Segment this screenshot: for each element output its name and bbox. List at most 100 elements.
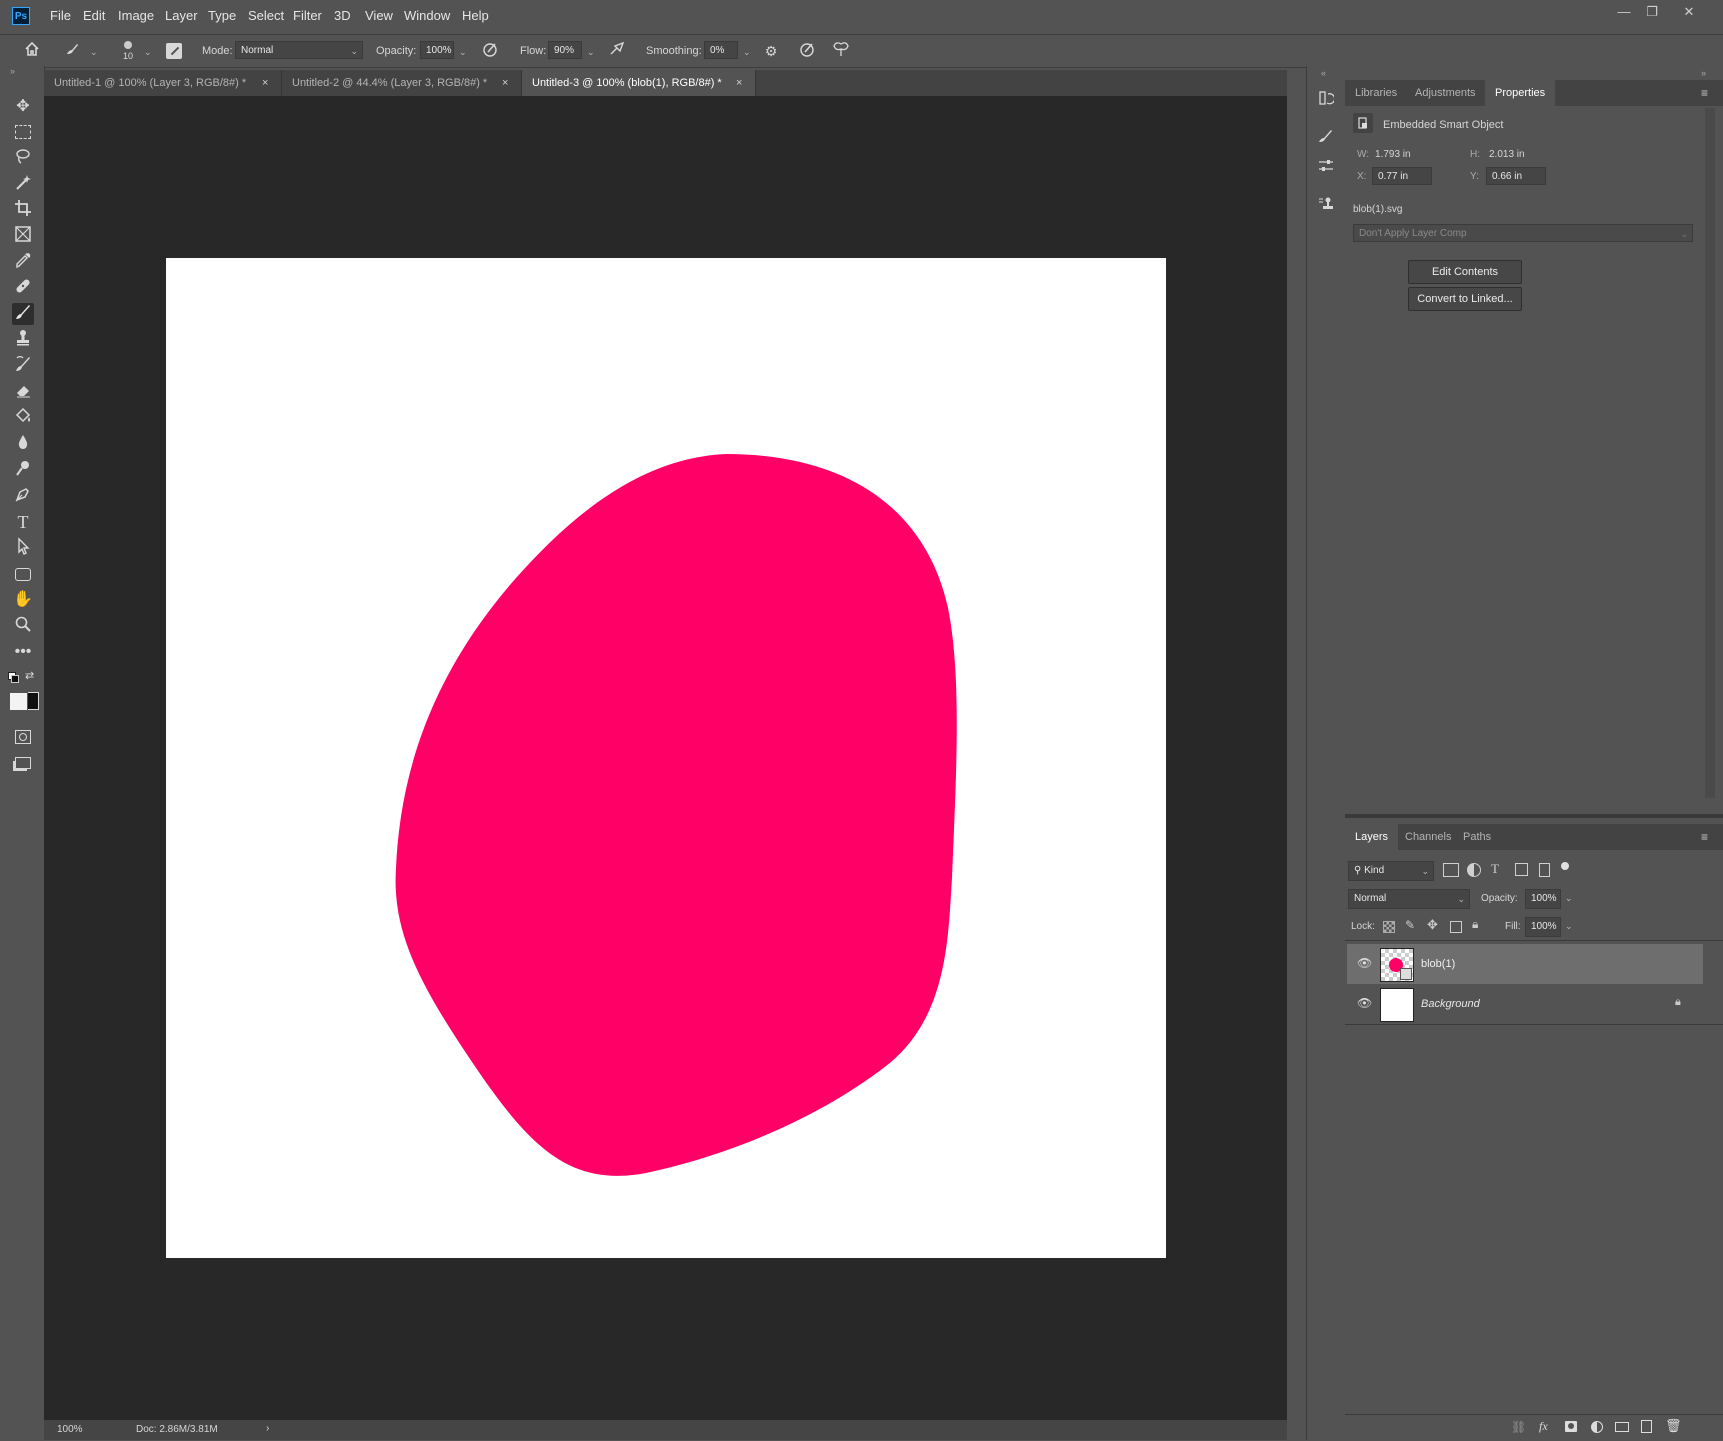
path-selection-tool-icon[interactable] <box>12 537 34 559</box>
menu-image[interactable]: Image <box>118 8 154 23</box>
layer-comp-select[interactable]: Don't Apply Layer Comp ⌄ <box>1353 224 1693 242</box>
chevron-down-icon[interactable]: ⌄ <box>1565 893 1573 904</box>
menu-view[interactable]: View <box>365 8 393 23</box>
menu-type[interactable]: Type <box>208 8 236 23</box>
screen-mode-icon[interactable] <box>12 752 34 774</box>
chevron-down-icon[interactable]: ⌄ <box>587 47 595 58</box>
tab-channels[interactable]: Channels <box>1395 824 1461 850</box>
layer-filter-kind[interactable]: ⚲ Kind ⌄ <box>1348 861 1434 881</box>
symmetry-icon[interactable] <box>831 41 851 61</box>
lock-transparent-icon[interactable] <box>1383 921 1395 933</box>
close-window-button[interactable]: ✕ <box>1675 3 1703 21</box>
fx-icon[interactable]: fx <box>1539 1419 1548 1434</box>
collapse-arrows-icon[interactable]: » <box>10 66 15 76</box>
tab-libraries[interactable]: Libraries <box>1345 80 1407 106</box>
close-icon[interactable]: × <box>262 70 268 96</box>
layer-row-background[interactable]: 👁︎ Background 🔒︎ <box>1347 984 1703 1024</box>
brush-tool-icon[interactable] <box>12 303 34 325</box>
layer-opacity-input[interactable]: 100% <box>1525 889 1561 909</box>
healing-brush-tool-icon[interactable] <box>12 277 34 299</box>
tab-untitled-1[interactable]: Untitled-1 @ 100% (Layer 3, RGB/8#) * × <box>44 70 282 96</box>
history-panel-icon[interactable] <box>1315 90 1337 112</box>
menu-edit[interactable]: Edit <box>83 8 105 23</box>
home-icon[interactable] <box>22 41 42 61</box>
swap-colors-icon[interactable]: ⇄ <box>25 669 34 682</box>
eyedropper-tool-icon[interactable] <box>12 251 34 273</box>
hand-tool-icon[interactable]: ✋ <box>12 589 34 611</box>
pressure-size-icon[interactable] <box>797 41 817 61</box>
pressure-opacity-icon[interactable] <box>480 41 500 61</box>
dodge-tool-icon[interactable] <box>12 459 34 481</box>
marquee-tool-icon[interactable] <box>12 121 34 143</box>
adjustments-sliders-icon[interactable] <box>1315 158 1337 180</box>
mode-select[interactable]: Normal ⌄ <box>235 41 363 59</box>
zoom-tool-icon[interactable] <box>12 615 34 637</box>
group-folder-icon[interactable] <box>1615 1422 1629 1432</box>
width-value[interactable]: 1.793 in <box>1375 149 1411 160</box>
move-tool-icon[interactable]: ✥ <box>12 96 34 118</box>
quick-mask-icon[interactable] <box>12 726 34 748</box>
paint-bucket-tool-icon[interactable] <box>12 407 34 429</box>
chevron-down-icon[interactable]: ⌄ <box>1565 921 1573 932</box>
properties-scrollbar[interactable] <box>1705 108 1715 798</box>
document-info[interactable]: Doc: 2.86M/3.81M <box>136 1424 218 1435</box>
magic-wand-tool-icon[interactable] <box>12 173 34 195</box>
menu-help[interactable]: Help <box>462 8 489 23</box>
type-tool-icon[interactable]: T <box>12 511 34 533</box>
more-tools-icon[interactable]: ••• <box>12 641 34 663</box>
gear-icon[interactable]: ⚙ <box>761 41 781 61</box>
panel-menu-icon[interactable]: ≡ <box>1701 830 1708 844</box>
add-mask-icon[interactable] <box>1565 1421 1577 1432</box>
menu-window[interactable]: Window <box>404 8 450 23</box>
y-position-input[interactable]: 0.66 in <box>1486 167 1546 185</box>
filter-type-icon[interactable]: T <box>1491 861 1499 877</box>
tab-adjustments[interactable]: Adjustments <box>1405 80 1486 106</box>
layer-name[interactable]: Background <box>1421 998 1480 1010</box>
new-layer-icon[interactable] <box>1641 1420 1652 1433</box>
collapse-arrows-icon[interactable]: » <box>1701 68 1706 78</box>
chevron-down-icon[interactable]: ⌄ <box>90 47 98 58</box>
chevron-down-icon[interactable]: ⌄ <box>743 47 751 58</box>
tab-untitled-3[interactable]: Untitled-3 @ 100% (blob(1), RGB/8#) * × <box>522 70 756 96</box>
eye-icon[interactable]: 👁︎ <box>1357 956 1372 970</box>
tab-layers[interactable]: Layers <box>1345 824 1399 850</box>
tab-untitled-2[interactable]: Untitled-2 @ 44.4% (Layer 3, RGB/8#) * × <box>282 70 522 96</box>
layer-name[interactable]: blob(1) <box>1421 958 1455 970</box>
chevron-down-icon[interactable]: ⌄ <box>144 47 152 58</box>
adjustment-layer-icon[interactable] <box>1591 1421 1603 1433</box>
flow-input[interactable]: 90% <box>548 41 582 59</box>
brush-size-picker[interactable]: 10 <box>118 39 138 65</box>
edit-contents-button[interactable]: Edit Contents <box>1408 260 1522 284</box>
zoom-level[interactable]: 100% <box>57 1424 83 1435</box>
close-icon[interactable]: × <box>736 70 742 96</box>
rectangle-tool-icon[interactable] <box>12 563 34 585</box>
lasso-tool-icon[interactable] <box>12 147 34 169</box>
clone-stamp-tool-icon[interactable] <box>12 329 34 351</box>
minimize-button[interactable]: — <box>1610 3 1638 21</box>
menu-select[interactable]: Select <box>248 8 284 23</box>
menu-filter[interactable]: Filter <box>293 8 322 23</box>
filter-shape-icon[interactable] <box>1515 863 1528 876</box>
eraser-tool-icon[interactable] <box>12 381 34 403</box>
blend-mode-select[interactable]: Normal ⌄ <box>1348 889 1470 909</box>
link-layers-icon[interactable]: ⛓ <box>1511 1420 1526 1434</box>
airbrush-icon[interactable] <box>608 41 628 61</box>
menu-layer[interactable]: Layer <box>165 8 198 23</box>
clone-source-icon[interactable] <box>1315 196 1337 218</box>
brush-preset-icon[interactable] <box>62 41 82 61</box>
lock-pixels-icon[interactable]: ✎ <box>1405 918 1415 932</box>
eye-icon[interactable]: 👁︎ <box>1357 996 1372 1010</box>
filter-pixel-icon[interactable] <box>1443 863 1459 877</box>
trash-icon[interactable]: 🗑︎ <box>1665 1418 1682 1434</box>
brush-settings-icon[interactable] <box>164 41 184 61</box>
crop-tool-icon[interactable] <box>12 199 34 221</box>
filter-toggle-icon[interactable] <box>1561 862 1569 870</box>
layer-row-blob[interactable]: 👁︎ blob(1) <box>1347 944 1703 984</box>
document-canvas[interactable] <box>166 258 1166 1258</box>
maximize-button[interactable]: ❐ <box>1638 3 1666 21</box>
tab-properties[interactable]: Properties <box>1485 80 1556 106</box>
chevron-down-icon[interactable]: ⌄ <box>459 47 467 58</box>
blob-shape[interactable] <box>166 258 1166 1258</box>
menu-file[interactable]: File <box>50 8 71 23</box>
filter-smart-object-icon[interactable] <box>1539 863 1550 877</box>
